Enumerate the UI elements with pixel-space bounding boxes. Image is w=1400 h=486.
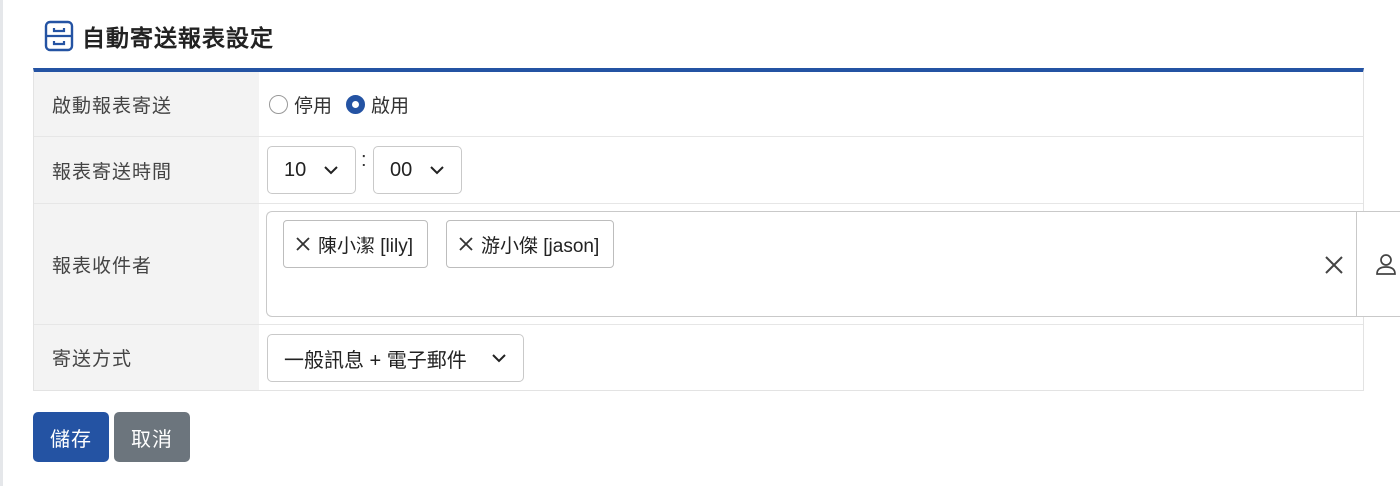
method-label: 寄送方式: [34, 325, 259, 390]
hour-select[interactable]: 10: [267, 146, 356, 194]
method-value: 一般訊息 + 電子郵件: [259, 325, 1363, 390]
recipient-tag: 游小傑 [jason]: [446, 220, 615, 268]
cancel-button[interactable]: 取消: [114, 412, 190, 462]
chevron-down-icon: [430, 166, 444, 175]
radio-enable[interactable]: 啟用: [346, 91, 409, 118]
recipients-value: 陳小潔 [lily] 游小傑 [jason]: [259, 204, 1400, 324]
radio-enable-circle[interactable]: [346, 94, 366, 114]
left-edge-rule: [0, 0, 3, 486]
report-folder-icon: [44, 20, 74, 52]
time-separator: :: [361, 149, 367, 171]
radio-disable-circle[interactable]: [269, 94, 288, 114]
recipient-tag-label: 陳小潔 [lily]: [318, 235, 414, 257]
row-recipients: 報表收件者 陳小潔 [lily] 游小傑 [jason]: [34, 204, 1400, 325]
radio-disable-label: 停用: [294, 95, 333, 117]
row-time: 報表寄送時間 10 : 00: [34, 137, 1363, 204]
page-title: 自動寄送報表設定: [82, 25, 274, 51]
method-select[interactable]: 一般訊息 + 電子郵件: [267, 334, 524, 382]
chevron-down-icon: [324, 166, 338, 175]
enable-label: 啟動報表寄送: [34, 72, 259, 136]
radio-enable-label: 啟用: [371, 95, 410, 117]
minute-select[interactable]: 00: [373, 146, 462, 194]
save-button[interactable]: 儲存: [33, 412, 109, 462]
minute-value: 00: [390, 158, 413, 181]
settings-form: 啟動報表寄送 停用 啟用 報表寄送時間 10 : 00 報表收件者 陳小潔 [l…: [33, 68, 1400, 391]
recipient-tag-label: 游小傑 [jason]: [481, 235, 600, 257]
user-icon: [1376, 254, 1396, 275]
chevron-down-icon: [492, 354, 506, 363]
close-icon[interactable]: [1323, 254, 1345, 276]
enable-value: 停用 啟用: [259, 72, 1363, 136]
user-picker-button[interactable]: [1356, 211, 1400, 317]
page-header: 自動寄送報表設定: [44, 18, 274, 54]
hour-value: 10: [284, 158, 307, 181]
recipients-tag-input[interactable]: 陳小潔 [lily] 游小傑 [jason]: [266, 211, 1357, 317]
time-label: 報表寄送時間: [34, 137, 259, 203]
recipients-label: 報表收件者: [34, 204, 259, 324]
remove-tag-icon[interactable]: [457, 235, 475, 253]
method-selected-value: 一般訊息 + 電子郵件: [284, 349, 467, 372]
row-method: 寄送方式 一般訊息 + 電子郵件: [34, 325, 1363, 390]
enable-radio-group: 停用 啟用: [269, 72, 423, 136]
radio-disable[interactable]: 停用: [269, 91, 332, 118]
remove-tag-icon[interactable]: [294, 235, 312, 253]
row-enable: 啟動報表寄送 停用 啟用: [34, 72, 1363, 137]
recipient-tag: 陳小潔 [lily]: [283, 220, 429, 268]
time-value: 10 : 00: [259, 137, 1363, 203]
